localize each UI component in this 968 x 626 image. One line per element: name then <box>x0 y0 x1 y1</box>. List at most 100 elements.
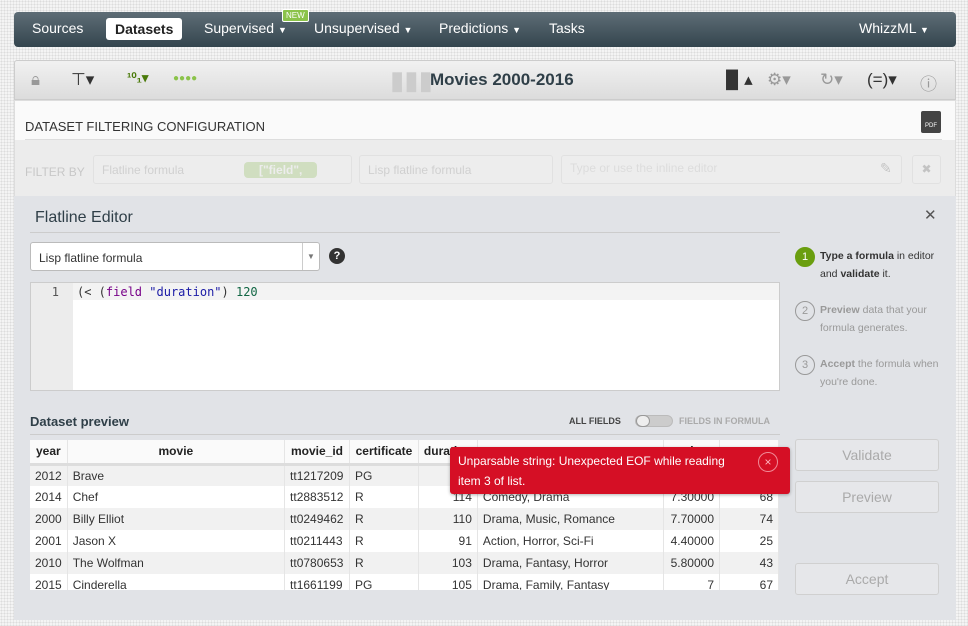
step-bold: validate <box>840 268 880 280</box>
language-select-value: Lisp flatline formula <box>39 251 143 265</box>
table-cell: 25 <box>719 530 779 552</box>
error-message: Unparsable string: Unexpected EOF while … <box>458 454 725 488</box>
nav-tasks[interactable]: Tasks <box>549 20 585 36</box>
step-text: it. <box>879 268 891 280</box>
lock-icon[interactable]: 🔒︎ <box>31 70 40 90</box>
table-cell: tt0780653 <box>284 552 350 574</box>
close-editor-icon[interactable]: ✕ <box>924 206 937 224</box>
table-cell: Drama, Fantasy, Horror <box>477 552 665 574</box>
table-cell: 2015 <box>30 574 68 590</box>
table-cell: Drama, Music, Romance <box>477 508 665 530</box>
dataset-preview-title: Dataset preview <box>30 414 129 429</box>
new-badge: NEW <box>282 9 309 22</box>
table-cell: 103 <box>418 552 478 574</box>
table-row: 2010 The Wolfman tt0780653 R 103 Drama, Fanta… <box>30 552 779 574</box>
table-cell: Cinderella <box>67 574 286 590</box>
preview-button[interactable]: Preview <box>795 481 939 513</box>
caret-down-icon: ▼ <box>403 25 413 35</box>
column-header: year <box>30 440 68 466</box>
table-cell: 7.70000 <box>663 508 721 530</box>
validate-button[interactable]: Validate <box>795 439 939 471</box>
error-toast: Unparsable string: Unexpected EOF while … <box>450 447 790 494</box>
nav-whizzml[interactable]: WhizzML ▼ <box>859 20 929 36</box>
code-editor[interactable]: 1 (< (field "duration") 120 <box>30 282 780 391</box>
nav-supervised-label: Supervised <box>204 20 275 36</box>
table-cell: R <box>349 552 419 574</box>
step-bold: Accept <box>820 358 856 370</box>
modal-backdrop <box>14 140 956 196</box>
table-row: 2000 Billy Elliot tt0249462 R 110 Drama, Musi… <box>30 508 779 530</box>
info-icon[interactable]: ⓘ <box>920 70 937 95</box>
table-cell: R <box>349 486 419 508</box>
table-cell: Drama, Family, Fantasy <box>477 574 665 590</box>
column-header: movie <box>67 440 286 466</box>
help-icon[interactable]: ? <box>329 248 345 264</box>
table-cell: Chef <box>67 486 286 508</box>
configure-gears-icon[interactable]: ⚙▾ <box>767 70 791 90</box>
table-cell: 2001 <box>30 530 68 552</box>
table-cell: 74 <box>719 508 779 530</box>
toggle-knob[interactable] <box>636 415 650 427</box>
fields-in-formula-label: FIELDS IN FORMULA <box>679 416 770 426</box>
table-cell: 4.40000 <box>663 530 721 552</box>
step-bold: Preview <box>820 304 860 316</box>
table-cell: The Wolfman <box>67 552 286 574</box>
table-cell: Jason X <box>67 530 286 552</box>
divider <box>30 232 780 233</box>
editor-title: Flatline Editor <box>35 209 133 226</box>
accept-button[interactable]: Accept <box>795 563 939 595</box>
nav-datasets[interactable]: Datasets <box>106 18 183 40</box>
table-cell: tt2883512 <box>284 486 350 508</box>
table-cell: 2000 <box>30 508 68 530</box>
table-cell: R <box>349 530 419 552</box>
step-1: 1 Type a formula in editor and validate i… <box>795 247 945 283</box>
one-click-icon[interactable]: ↻▾ <box>820 70 843 90</box>
chart-settings-icon[interactable]: ▐▌▴ <box>720 70 753 90</box>
nav-unsupervised[interactable]: Unsupervised ▼ <box>314 20 412 36</box>
code-token: (< ( <box>77 285 106 299</box>
config-title: DATASET FILTERING CONFIGURATION <box>25 119 266 134</box>
line-gutter: 1 <box>31 283 73 390</box>
table-cell: 110 <box>418 508 478 530</box>
table-cell: R <box>349 508 419 530</box>
tree-icon[interactable]: ⊤▾ <box>71 70 94 90</box>
table-cell: tt0249462 <box>284 508 350 530</box>
pdf-icon[interactable]: PDF <box>921 111 941 133</box>
table-row: 2001 Jason Xtt0211443 R 91 Action, Horror, S… <box>30 530 779 552</box>
table-cell: PG <box>349 464 419 486</box>
table-cell: 43 <box>719 552 779 574</box>
fields-toggle[interactable] <box>635 415 673 427</box>
dataset-toolbar: 🔒︎ ⊤▾ ¹⁰₁▾ ●●●● ▮▮▮ Movies 2000-2016 ▐▌▴… <box>14 60 956 100</box>
language-select[interactable]: Lisp flatline formula ▼ <box>30 242 320 271</box>
table-cell: 91 <box>418 530 478 552</box>
table-cell: 5.80000 <box>663 552 721 574</box>
table-cell: tt0211443 <box>284 530 350 552</box>
step-number: 3 <box>795 355 815 375</box>
step-3: 3 Accept the formula when you're done. <box>795 355 945 391</box>
line-number: 1 <box>51 285 59 299</box>
step-bold: Type a formula <box>820 250 894 262</box>
step-number: 1 <box>795 247 815 267</box>
nav-predictions[interactable]: Predictions ▼ <box>439 20 521 36</box>
table-cell: 105 <box>418 574 478 590</box>
table-cell: 2014 <box>30 486 68 508</box>
nav-supervised[interactable]: Supervised ▼ <box>204 20 287 36</box>
table-cell: Action, Horror, Sci-Fi <box>477 530 665 552</box>
divider <box>30 434 780 435</box>
flatline-icon[interactable]: (=)▾ <box>867 70 897 90</box>
nav-predictions-label: Predictions <box>439 20 509 36</box>
step-2: 2 Preview data that your formula generate… <box>795 301 945 337</box>
code-token: "duration" <box>149 285 222 299</box>
table-cell: 7 <box>663 574 721 590</box>
caret-down-icon: ▼ <box>919 25 929 35</box>
nav-unsupervised-label: Unsupervised <box>314 20 400 36</box>
sample-icon[interactable]: ¹⁰₁▾ <box>127 70 148 86</box>
nav-sources[interactable]: Sources <box>32 20 83 36</box>
close-error-icon[interactable]: × <box>758 452 778 472</box>
code-line[interactable]: (< (field "duration") 120 <box>73 283 779 300</box>
chevron-down-icon: ▼ <box>302 243 319 270</box>
table-cell: 2010 <box>30 552 68 574</box>
all-fields-label: ALL FIELDS <box>569 416 621 426</box>
table-cell: Billy Elliot <box>67 508 286 530</box>
caret-down-icon: ▼ <box>512 25 522 35</box>
